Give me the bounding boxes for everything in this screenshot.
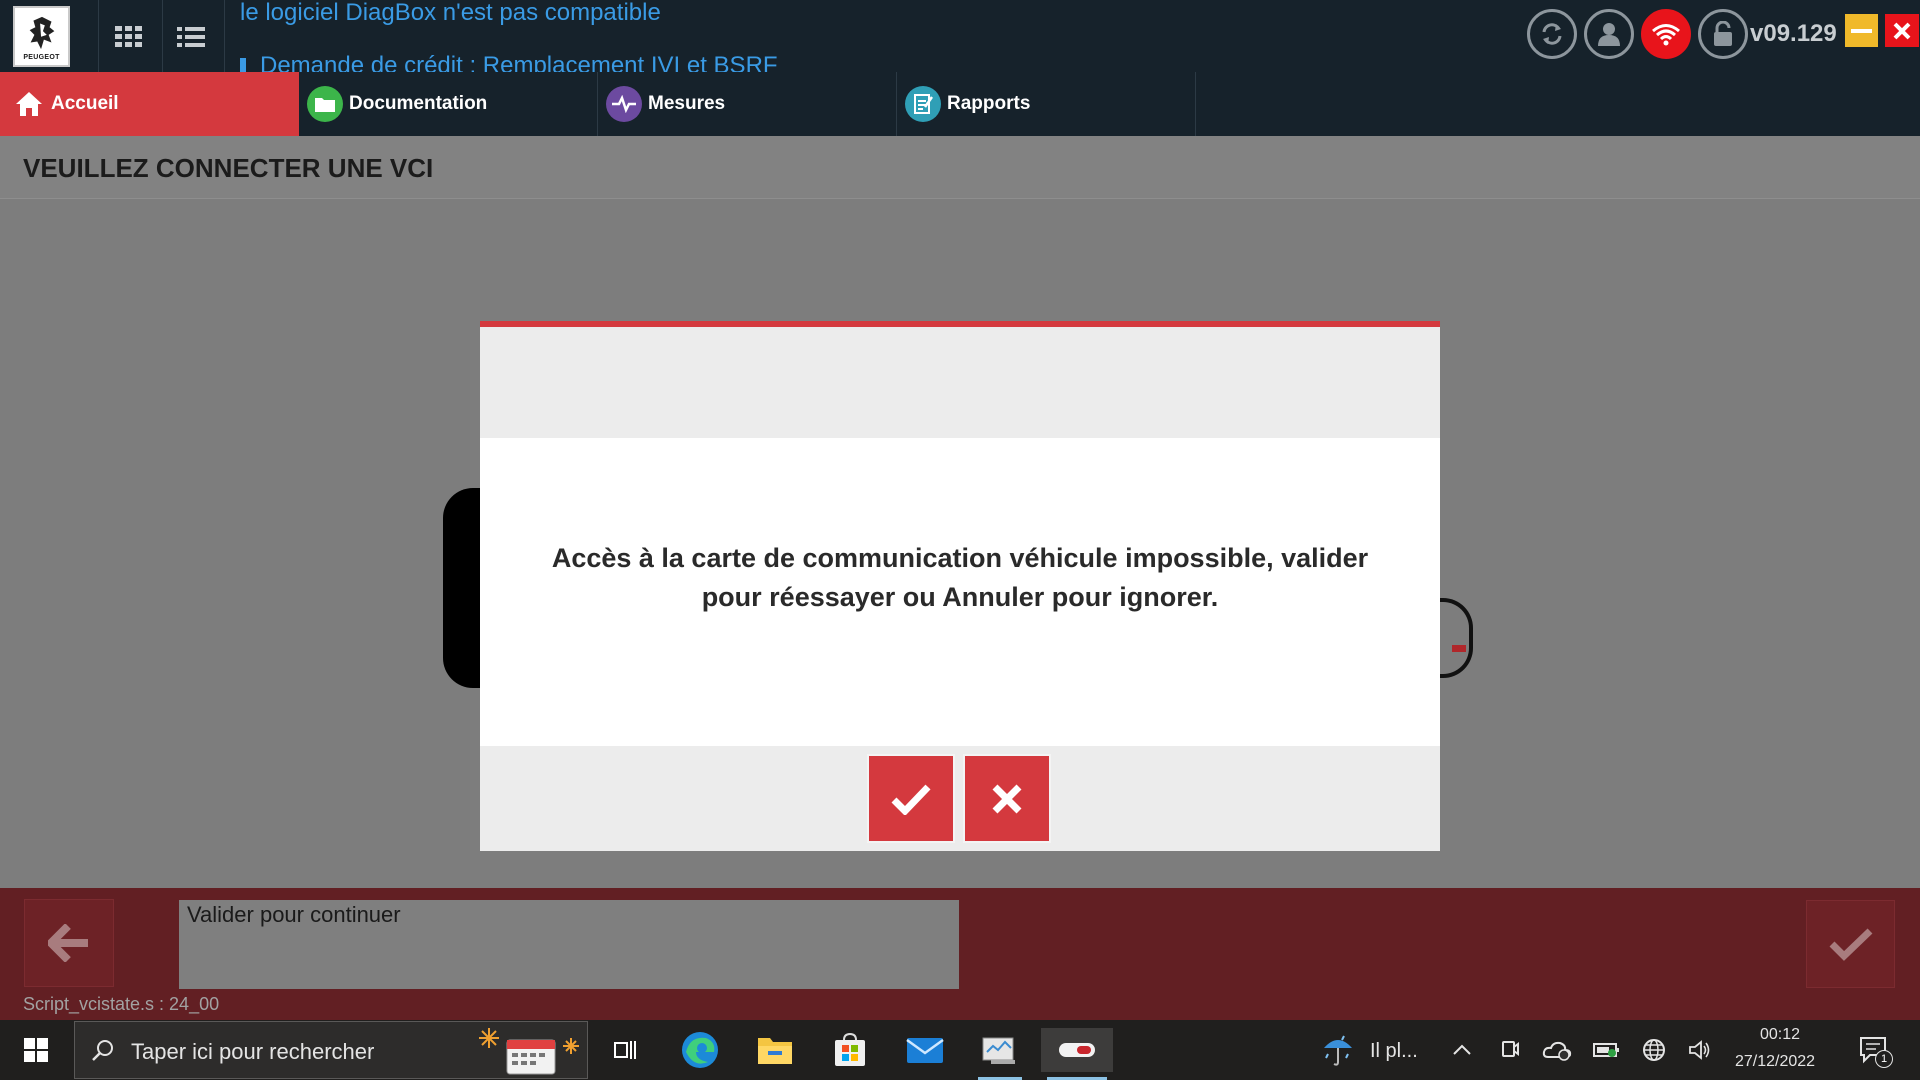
status-text: Valider pour continuer: [187, 902, 401, 927]
pulse-icon: [606, 86, 642, 122]
clock-date[interactable]: 27/12/2022: [1735, 1053, 1815, 1071]
vci-device-image: [443, 488, 483, 688]
logo-brand-text: PEUGEOT: [23, 53, 60, 61]
report-icon: [905, 86, 941, 122]
page-heading: VEUILLEZ CONNECTER UNE VCI: [0, 136, 1920, 199]
vci-cable-image: [1437, 598, 1473, 678]
apps-grid-icon[interactable]: [114, 22, 144, 52]
search-placeholder: Taper ici pour rechercher: [131, 1039, 375, 1064]
home-icon: [16, 92, 42, 116]
confirm-button[interactable]: [867, 754, 955, 843]
unlock-icon: [1714, 21, 1732, 46]
news-item[interactable]: le logiciel DiagBox n'est pas compatible: [240, 0, 661, 27]
edge-browser-icon[interactable]: [672, 1028, 728, 1072]
peugeot-logo: PEUGEOT: [13, 6, 70, 67]
back-button[interactable]: [24, 899, 114, 987]
network-globe-icon[interactable]: [1635, 1028, 1673, 1072]
cancel-button[interactable]: [963, 754, 1051, 843]
news-bullet: [240, 57, 246, 72]
divider: [98, 0, 99, 72]
clock-time[interactable]: 00:12: [1760, 1026, 1800, 1044]
check-icon: [891, 784, 931, 815]
news-item[interactable]: Demande de crédit : Remplacement IVI et …: [240, 52, 778, 72]
taskbar-search[interactable]: Taper ici pour rechercher: [74, 1021, 588, 1079]
news-ticker[interactable]: le logiciel DiagBox n'est pas compatible…: [240, 0, 840, 72]
main-nav: Accueil Documentation Mesures Rapports: [0, 72, 1920, 136]
divider: [1195, 72, 1196, 136]
check-icon: [1829, 928, 1872, 961]
status-message-box: Valider pour continuer: [179, 900, 959, 989]
error-dialog: Accès à la carte de communication véhicu…: [480, 321, 1440, 851]
bottom-action-bar: Valider pour continuer Script_vcistate.s…: [0, 888, 1920, 1020]
weather-rain-icon[interactable]: [1316, 1028, 1360, 1072]
folder-icon: [307, 86, 343, 122]
windows-start-icon[interactable]: [8, 1028, 64, 1072]
sync-button[interactable]: [1527, 9, 1577, 59]
dialog-header: [480, 327, 1440, 438]
tab-accueil[interactable]: Accueil: [0, 72, 299, 136]
task-view-icon[interactable]: [596, 1028, 652, 1072]
mail-icon[interactable]: [897, 1028, 953, 1072]
vci-app-icon[interactable]: [1041, 1028, 1113, 1080]
page-title: VEUILLEZ CONNECTER UNE VCI: [23, 153, 434, 183]
windows-taskbar: Taper ici pour rechercher Il pl... 00:12…: [0, 1020, 1920, 1080]
file-explorer-icon[interactable]: [747, 1028, 803, 1072]
cross-icon: [992, 784, 1022, 813]
notification-icon[interactable]: 1: [1852, 1028, 1896, 1072]
lion-icon: [29, 16, 54, 49]
tab-label: Documentation: [349, 93, 488, 114]
news-item-text: Demande de crédit : Remplacement IVI et …: [260, 52, 778, 72]
divider: [224, 0, 225, 72]
volume-icon[interactable]: [1682, 1028, 1718, 1072]
script-info: Script_vcistate.s : 24_00: [23, 994, 220, 1014]
validate-button[interactable]: [1806, 900, 1895, 988]
minimize-icon[interactable]: [1845, 14, 1878, 47]
user-button[interactable]: [1584, 9, 1634, 59]
list-icon[interactable]: [176, 22, 206, 52]
meet-now-icon[interactable]: [1493, 1028, 1527, 1072]
close-icon[interactable]: [1885, 14, 1919, 47]
search-icon: [92, 1040, 113, 1061]
top-bar: PEUGEOT le logiciel DiagBox n'est pas co…: [0, 0, 1920, 72]
arrow-left-icon: [48, 924, 88, 962]
dialog-message: Accès à la carte de communication véhicu…: [551, 543, 1369, 612]
microsoft-store-icon[interactable]: [822, 1028, 878, 1072]
sync-icon: [1542, 23, 1562, 45]
tab-documentation[interactable]: Documentation: [299, 72, 597, 136]
tab-mesures[interactable]: Mesures: [598, 72, 896, 136]
version-label: v09.129: [1750, 20, 1837, 47]
notification-badge: 1: [1875, 1050, 1893, 1068]
diagbox-app-icon[interactable]: [972, 1028, 1028, 1080]
user-icon: [1598, 23, 1620, 46]
tab-rapports[interactable]: Rapports: [897, 72, 1195, 136]
wifi-status[interactable]: [1641, 9, 1691, 59]
tab-label: Accueil: [51, 93, 119, 114]
wifi-icon: [1652, 24, 1680, 46]
battery-icon[interactable]: [1587, 1028, 1627, 1072]
tab-label: Mesures: [648, 93, 726, 114]
lock-button[interactable]: [1698, 9, 1748, 59]
calendar-icon: [479, 1028, 579, 1075]
divider: [162, 0, 163, 72]
dialog-footer: [480, 746, 1440, 851]
vci-cable-plug: [1452, 645, 1466, 652]
tab-label: Rapports: [947, 93, 1031, 114]
weather-text[interactable]: Il pl...: [1370, 1040, 1418, 1063]
chevron-up-icon[interactable]: [1444, 1028, 1480, 1072]
onedrive-icon[interactable]: [1537, 1028, 1577, 1072]
